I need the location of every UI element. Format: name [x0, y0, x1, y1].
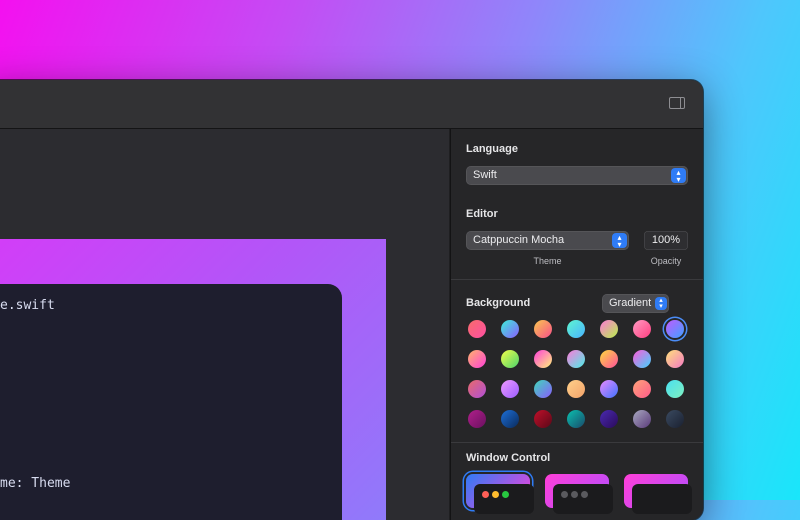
gradient-swatch[interactable] [534, 320, 552, 338]
gradient-swatch[interactable] [501, 320, 519, 338]
gradient-swatch[interactable] [567, 320, 585, 338]
gradient-swatch[interactable] [534, 410, 552, 428]
gradient-swatch[interactable] [633, 410, 651, 428]
window-preview [553, 484, 613, 514]
background-title: Background [466, 297, 531, 309]
gradient-swatch[interactable] [534, 350, 552, 368]
code-line: e.swift [0, 298, 55, 313]
editor-title: Editor [466, 208, 498, 220]
theme-select[interactable]: Catppuccin Mocha ▴ ▾ [466, 231, 629, 250]
divider [451, 442, 703, 443]
gradient-swatch[interactable] [600, 410, 618, 428]
inspector-panel: Language Swift ▴ ▾ Editor Catppuccin Moch… [450, 129, 703, 520]
chevron-updown-icon: ▴ ▾ [671, 168, 686, 184]
code-line: me: Theme [0, 476, 71, 491]
window-control-option[interactable] [545, 474, 613, 514]
opacity-field[interactable]: 100% [644, 231, 688, 250]
gradient-swatch[interactable] [567, 410, 585, 428]
background-mode-value: Gradient [609, 297, 652, 309]
preview-area: e.swift me: Theme [0, 129, 449, 520]
gradient-swatch[interactable] [666, 320, 684, 338]
window-preview [632, 484, 692, 514]
title-bar [0, 80, 703, 129]
gradient-swatch[interactable] [600, 350, 618, 368]
traffic-light-dot [561, 491, 568, 498]
language-select[interactable]: Swift ▴ ▾ [466, 166, 688, 185]
gradient-swatch[interactable] [534, 380, 552, 398]
traffic-light-dot [581, 491, 588, 498]
gradient-swatch[interactable] [633, 350, 651, 368]
gradient-swatch[interactable] [633, 380, 651, 398]
gradient-swatch[interactable] [501, 410, 519, 428]
background-mode-select[interactable]: Gradient ▴ ▾ [602, 294, 669, 313]
window-control-option[interactable] [466, 474, 534, 514]
app-window: e.swift me: Theme Language Swift ▴ ▾ Edit… [0, 80, 703, 520]
sidebar-toggle-icon[interactable] [669, 97, 685, 109]
gradient-swatch[interactable] [501, 350, 519, 368]
gradient-swatch[interactable] [468, 380, 486, 398]
traffic-light-dot [571, 491, 578, 498]
gradient-swatch[interactable] [468, 320, 486, 338]
chevron-updown-icon: ▴ ▾ [612, 233, 627, 249]
gradient-swatch[interactable] [666, 410, 684, 428]
theme-select-value: Catppuccin Mocha [473, 234, 565, 246]
gradient-swatch[interactable] [501, 380, 519, 398]
window-control-title: Window Control [466, 452, 551, 464]
traffic-light-dot [502, 491, 509, 498]
gradient-swatch[interactable] [633, 320, 651, 338]
gradient-swatch[interactable] [468, 350, 486, 368]
gradient-swatch[interactable] [666, 350, 684, 368]
code-window: e.swift me: Theme [0, 284, 342, 520]
traffic-light-dot [482, 491, 489, 498]
gradient-swatch[interactable] [600, 320, 618, 338]
language-title: Language [466, 143, 518, 155]
gradient-swatch[interactable] [666, 380, 684, 398]
gradient-swatch[interactable] [567, 380, 585, 398]
traffic-light-dot [492, 491, 499, 498]
gradient-swatch[interactable] [567, 350, 585, 368]
language-select-value: Swift [473, 169, 497, 181]
gradient-swatch[interactable] [600, 380, 618, 398]
divider [451, 279, 703, 280]
chevron-updown-icon: ▴ ▾ [655, 297, 667, 310]
window-preview [474, 484, 534, 514]
window-control-option[interactable] [624, 474, 692, 514]
opacity-caption: Opacity [650, 256, 682, 266]
gradient-swatch[interactable] [468, 410, 486, 428]
theme-caption: Theme [533, 256, 562, 266]
